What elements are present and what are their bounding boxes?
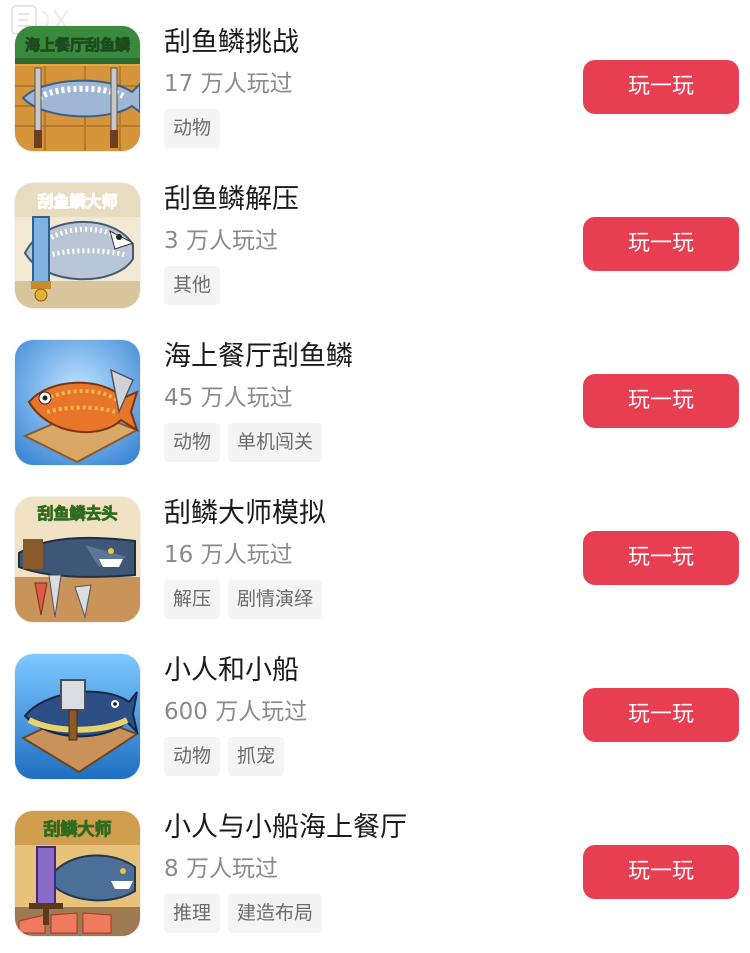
- list-item[interactable]: 海上餐厅刮鱼鳞 45 万人玩过 动物 单机闯关 玩一玩: [0, 340, 750, 472]
- tag-list: 动物 单机闯关: [164, 423, 323, 462]
- list-item[interactable]: 小人和小船 600 万人玩过 动物 抓宠 玩一玩: [0, 654, 750, 786]
- play-button[interactable]: 玩一玩: [583, 217, 739, 271]
- game-title: 刮鱼鳞挑战: [164, 27, 299, 58]
- play-button[interactable]: 玩一玩: [583, 688, 739, 742]
- game-title: 小人与小船海上餐厅: [164, 812, 407, 843]
- tag[interactable]: 其他: [164, 266, 221, 305]
- list-item[interactable]: 海上餐厅刮鱼鳞 刮鱼鳞挑战 17 万人玩过 动物 玩一玩: [0, 26, 750, 158]
- tag-list: 推理 建造布局: [164, 894, 323, 933]
- game-title: 小人和小船: [164, 655, 299, 686]
- game-title: 海上餐厅刮鱼鳞: [164, 341, 353, 372]
- svg-text:海上餐厅刮鱼鳞: 海上餐厅刮鱼鳞: [25, 36, 131, 54]
- grilled-fish-icon[interactable]: [15, 340, 140, 465]
- svg-text:刮鱼鳞大师: 刮鱼鳞大师: [37, 192, 117, 211]
- player-count: 17 万人玩过: [164, 71, 293, 97]
- player-count: 600 万人玩过: [164, 699, 308, 725]
- tag[interactable]: 抓宠: [228, 737, 285, 776]
- play-button[interactable]: 玩一玩: [583, 374, 739, 428]
- tag[interactable]: 动物: [164, 109, 221, 148]
- player-count: 8 万人玩过: [164, 856, 278, 882]
- tag[interactable]: 动物: [164, 423, 221, 462]
- tag[interactable]: 单机闯关: [228, 423, 323, 462]
- list-item[interactable]: 刮鱼鳞去头 刮鳞大师模拟 16 万人玩过 解压 剧情演绎 玩一玩: [0, 497, 750, 629]
- tag[interactable]: 动物: [164, 737, 221, 776]
- svg-text:刮鳞大师: 刮鳞大师: [44, 819, 112, 840]
- list-item[interactable]: 刮鳞大师 小人与小船海上餐厅 8 万人玩过 推理 建造布局 玩一玩: [0, 811, 750, 943]
- svg-text:刮鱼鳞去头: 刮鱼鳞去头: [37, 504, 117, 523]
- player-count: 16 万人玩过: [164, 542, 293, 568]
- shark-sword-icon[interactable]: 刮鳞大师: [15, 811, 140, 936]
- tag-list: 动物 抓宠: [164, 737, 285, 776]
- tag[interactable]: 解压: [164, 580, 221, 619]
- tuna-cleaver-icon[interactable]: [15, 654, 140, 779]
- tag[interactable]: 推理: [164, 894, 221, 933]
- play-button[interactable]: 玩一玩: [583, 845, 739, 899]
- tag-list: 其他: [164, 266, 221, 305]
- play-button[interactable]: 玩一玩: [583, 531, 739, 585]
- tag-list: 动物: [164, 109, 221, 148]
- tag[interactable]: 剧情演绎: [228, 580, 323, 619]
- game-title: 刮鱼鳞解压: [164, 184, 299, 215]
- shark-chef-icon[interactable]: 刮鱼鳞去头: [15, 497, 140, 622]
- tag-list: 解压 剧情演绎: [164, 580, 323, 619]
- player-count: 45 万人玩过: [164, 385, 293, 411]
- list-item[interactable]: 刮鱼鳞大师 刮鱼鳞解压 3 万人玩过 其他 玩一玩: [0, 183, 750, 315]
- tag[interactable]: 建造布局: [228, 894, 323, 933]
- fish-scaling-master-icon[interactable]: 刮鱼鳞大师: [15, 183, 140, 308]
- game-title: 刮鳞大师模拟: [164, 498, 326, 529]
- player-count: 3 万人玩过: [164, 228, 278, 254]
- fish-scaling-challenge-icon[interactable]: 海上餐厅刮鱼鳞: [15, 26, 140, 151]
- play-button[interactable]: 玩一玩: [583, 60, 739, 114]
